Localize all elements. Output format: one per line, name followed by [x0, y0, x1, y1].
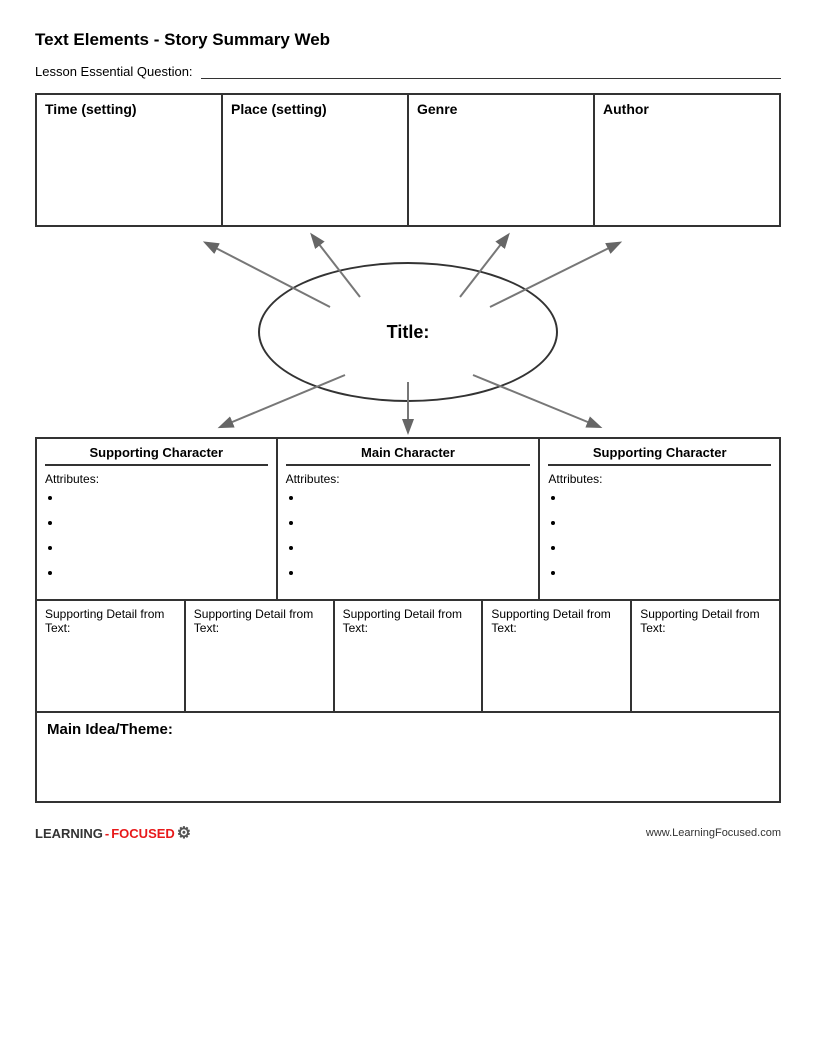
page-title: Text Elements - Story Summary Web — [35, 30, 781, 50]
supporting-char-left-bullets — [45, 490, 268, 580]
footer: LEARNING - FOCUSED ⚙ www.LearningFocused… — [35, 823, 781, 843]
gear-icon: ⚙ — [177, 823, 191, 843]
main-char-bullets — [286, 490, 531, 580]
web-section: Title: — [35, 227, 781, 437]
footer-url: www.LearningFocused.com — [646, 827, 781, 839]
bullet-item — [304, 490, 531, 505]
bullet-item — [566, 515, 771, 530]
detail-box-5: Supporting Detail from Text: — [632, 601, 779, 711]
main-idea-box: Main Idea/Theme: — [35, 713, 781, 803]
detail-box-1: Supporting Detail from Text: — [37, 601, 186, 711]
supporting-char-left: Supporting Character Attributes: — [37, 439, 278, 599]
bullet-item — [63, 565, 268, 580]
bullet-item — [566, 490, 771, 505]
detail-row: Supporting Detail from Text: Supporting … — [35, 601, 781, 713]
detail-box-4: Supporting Detail from Text: — [483, 601, 632, 711]
bullet-item — [304, 540, 531, 555]
bullet-item — [304, 565, 531, 580]
lesson-question-line — [201, 65, 781, 79]
detail-box-2: Supporting Detail from Text: — [186, 601, 335, 711]
detail-box-3: Supporting Detail from Text: — [335, 601, 484, 711]
bullet-item — [63, 540, 268, 555]
supporting-char-right-bullets — [548, 490, 771, 580]
supporting-char-right: Supporting Character Attributes: — [540, 439, 779, 599]
top-box-time: Time (setting) — [37, 95, 223, 225]
top-box-author: Author — [595, 95, 779, 225]
top-boxes-row: Time (setting) Place (setting) Genre Aut… — [35, 93, 781, 227]
arrows-svg — [35, 227, 781, 437]
bullet-item — [63, 515, 268, 530]
char-row: Supporting Character Attributes: Main Ch… — [35, 437, 781, 601]
footer-logo: LEARNING - FOCUSED ⚙ — [35, 823, 191, 843]
bullet-item — [304, 515, 531, 530]
main-char: Main Character Attributes: — [278, 439, 541, 599]
bullet-item — [63, 490, 268, 505]
lesson-question: Lesson Essential Question: — [35, 64, 781, 79]
top-box-place: Place (setting) — [223, 95, 409, 225]
top-box-genre: Genre — [409, 95, 595, 225]
bullet-item — [566, 565, 771, 580]
bullet-item — [566, 540, 771, 555]
